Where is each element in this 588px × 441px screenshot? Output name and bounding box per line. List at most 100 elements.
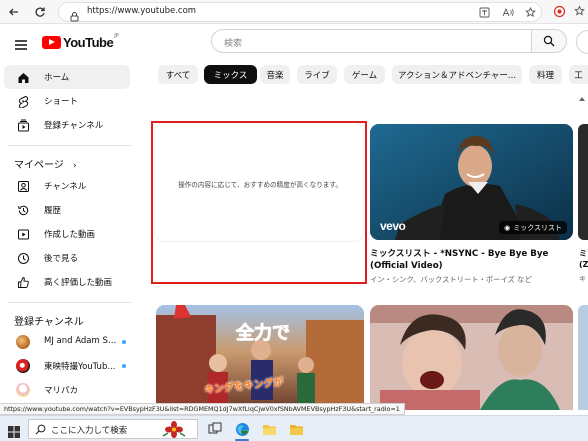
search-icon	[35, 424, 46, 435]
chip-games[interactable]: ゲーム	[344, 65, 385, 84]
windows-taskbar: ここに入力して検索	[0, 415, 588, 441]
sidebar-item-shorts[interactable]: ショート	[4, 89, 130, 113]
sidebar-item-label: チャンネル	[44, 182, 87, 192]
subscription-label: マリパカ	[44, 386, 79, 396]
menu-icon[interactable]	[14, 36, 28, 50]
chip-cooking[interactable]: 料理	[529, 65, 562, 84]
channel-icon	[16, 179, 30, 193]
sidebar-divider	[8, 302, 132, 303]
partial-video-title-line2: (Z	[579, 260, 588, 269]
watch-later-icon	[16, 251, 30, 265]
new-content-dot	[122, 340, 126, 344]
chip-live[interactable]: ライブ	[297, 65, 337, 84]
home-icon	[16, 70, 30, 84]
vevo-watermark: vevo	[380, 219, 406, 233]
refresh-icon[interactable]	[32, 4, 48, 20]
chip-music[interactable]: 音楽	[260, 65, 290, 84]
lock-icon[interactable]	[69, 7, 80, 22]
partial-video-title: ミ	[579, 249, 587, 258]
your-videos-icon	[16, 227, 30, 241]
video-thumbnail[interactable]	[370, 305, 573, 410]
logo-region-code: JP	[114, 33, 119, 39]
partial-video-subtitle: キ	[579, 275, 586, 283]
browser-toolbar: https://www.youtube.com	[0, 0, 588, 24]
chevron-right-icon: ›	[73, 161, 77, 171]
sidebar-divider	[8, 145, 132, 146]
subscription-item[interactable]: マリパカ	[4, 378, 130, 402]
back-icon[interactable]	[6, 4, 22, 20]
extension-record-icon[interactable]	[552, 4, 566, 18]
subscription-label: 東映特撮YouTub...	[44, 362, 116, 372]
svg-text:全力で: 全力で	[235, 322, 290, 343]
sidebar-item-label: 高く評価した動画	[44, 278, 113, 288]
explorer-icon[interactable]	[260, 420, 278, 438]
sidebar-item-label: 登録チャンネル	[44, 121, 104, 131]
subscription-item[interactable]: MJ and Adam Sh...	[4, 330, 130, 354]
read-aloud-icon[interactable]	[501, 5, 515, 19]
search-placeholder: 検索	[224, 39, 243, 49]
sidebar-item-your-videos[interactable]: 作成した動画	[4, 222, 130, 246]
history-icon	[16, 203, 30, 217]
shorts-icon	[16, 94, 30, 108]
translate-icon[interactable]	[477, 5, 491, 19]
voice-search-button[interactable]	[576, 30, 588, 54]
subscription-label: MJ and Adam Sh...	[44, 336, 120, 346]
windows-start-icon[interactable]	[8, 423, 20, 438]
video-thumbnail[interactable]: 全力で キングをキングが	[156, 305, 364, 410]
search-input[interactable]: 検索	[211, 29, 531, 53]
video-thumbnail-image: 全力で	[156, 305, 364, 410]
sidebar: ホーム ショート 登録チャンネル マイページ › チャンネル 履歴 作成した動画…	[0, 60, 140, 406]
taskbar-search-placeholder: ここに入力して検索	[51, 426, 128, 436]
youtube-header: YouTube JP 検索	[0, 24, 588, 60]
youtube-logo[interactable]: YouTube JP	[42, 33, 119, 50]
url-text[interactable]: https://www.youtube.com	[87, 6, 196, 16]
sidebar-item-label: 履歴	[44, 206, 62, 216]
mix-playlist-badge: ◉ ミックスリスト	[499, 221, 567, 234]
video-thumbnail-image	[370, 305, 573, 410]
poinsettia-icon	[161, 421, 187, 438]
video-subtitle[interactable]: イン・シンク、バックストリート・ボーイズ など	[370, 275, 575, 285]
sidebar-item-label: 後で見る	[44, 254, 79, 264]
subscriptions-section-title: 登録チャンネル	[14, 317, 84, 328]
subscription-item[interactable]: 東映特撮YouTub...	[4, 354, 130, 378]
partial-video-thumbnail[interactable]	[578, 305, 588, 410]
taskview-icon[interactable]	[206, 420, 224, 438]
channel-avatar	[16, 359, 30, 373]
favorites-icon[interactable]	[572, 4, 586, 18]
logo-text: YouTube	[63, 34, 114, 50]
thumbs-up-icon	[16, 275, 30, 289]
youtube-play-logo-icon	[42, 35, 61, 49]
sidebar-item-history[interactable]: 履歴	[4, 198, 130, 222]
new-content-dot	[122, 364, 126, 368]
channel-avatar	[16, 335, 30, 349]
chip-action-adventure[interactable]: アクション＆アドベンチャー...	[392, 65, 522, 84]
chip-all[interactable]: すべて	[158, 65, 198, 84]
sidebar-item-home[interactable]: ホーム	[4, 65, 130, 89]
search-icon	[543, 35, 555, 47]
sidebar-item-label: 作成した動画	[44, 230, 96, 240]
sidebar-item-liked-videos[interactable]: 高く評価した動画	[4, 270, 130, 294]
channel-avatar	[16, 383, 30, 397]
sidebar-item-watch-later[interactable]: 後で見る	[4, 246, 130, 270]
partial-video-thumbnail[interactable]	[578, 124, 588, 240]
folder-icon[interactable]	[287, 420, 305, 438]
filter-chip-bar: すべて ミックス 音楽 ライブ ゲーム アクション＆アドベンチャー... 料理 …	[158, 65, 588, 85]
mix-badge-label: ミックスリスト	[513, 223, 562, 232]
playlist-icon: ◉	[504, 223, 511, 232]
sidebar-item-subscriptions[interactable]: 登録チャンネル	[4, 113, 130, 137]
taskbar-search-box[interactable]: ここに入力して検索	[28, 419, 198, 439]
you-section-header[interactable]: マイページ ›	[14, 156, 77, 171]
favorite-star-icon[interactable]	[523, 5, 537, 19]
chip-mix[interactable]: ミックス	[204, 65, 257, 84]
you-section-title: マイページ	[14, 160, 64, 171]
sidebar-item-label: ショート	[44, 97, 79, 107]
edge-browser-icon[interactable]	[233, 420, 251, 438]
video-title[interactable]: ミックスリスト - *NSYNC - Bye Bye Bye (Official…	[370, 248, 575, 272]
sidebar-item-channel[interactable]: チャンネル	[4, 174, 130, 198]
chip-partial[interactable]: 工	[569, 65, 588, 84]
video-thumbnail[interactable]: vevo ◉ ミックスリスト	[370, 124, 573, 240]
highlight-box	[151, 121, 367, 284]
scroll-up-arrow-icon[interactable]	[578, 88, 586, 101]
address-bar[interactable]: https://www.youtube.com	[58, 2, 542, 22]
search-button[interactable]	[531, 29, 567, 53]
